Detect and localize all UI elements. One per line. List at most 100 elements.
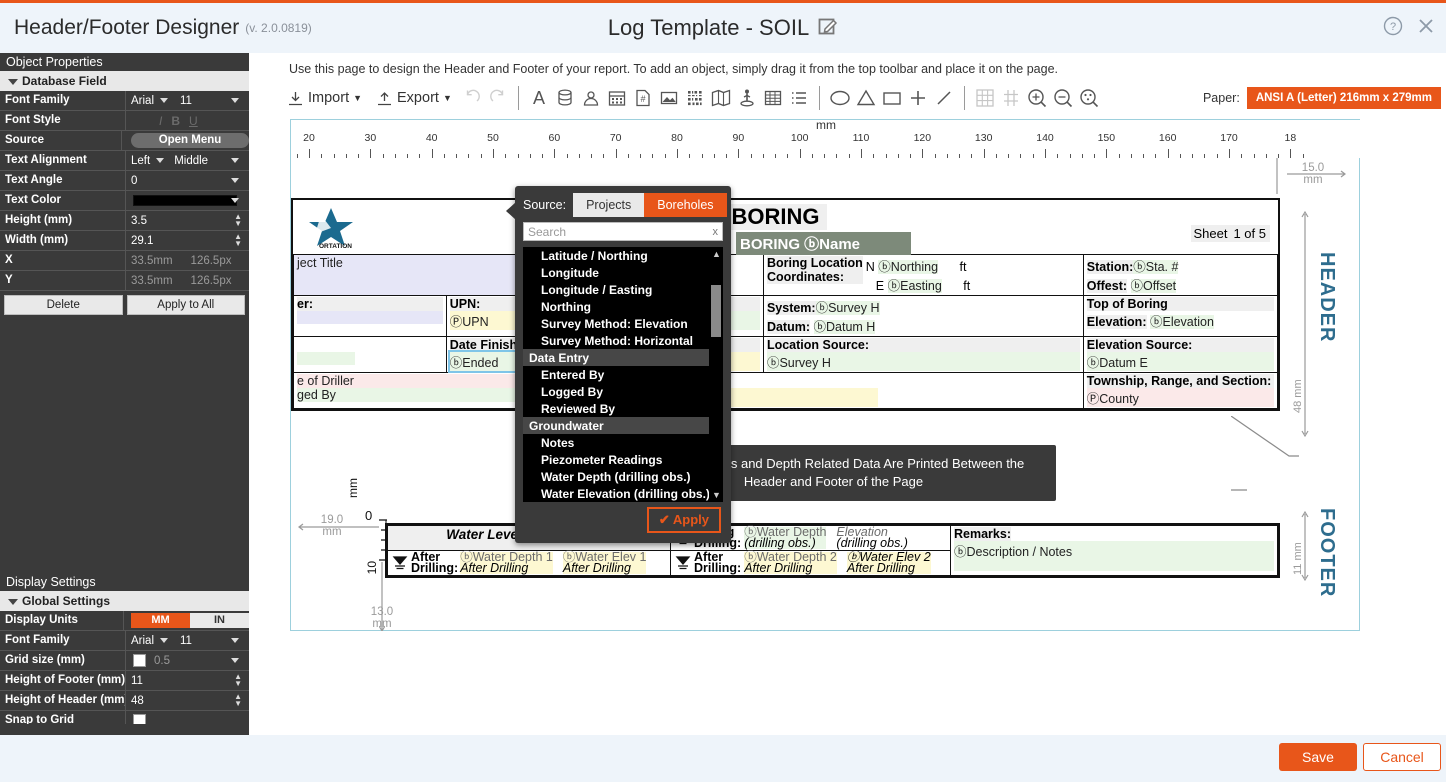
text-color-swatch[interactable] [133, 195, 237, 206]
cell-after-drilling-1[interactable]: AfterDrilling: ⓑWater Depth 1 After Dril… [388, 551, 671, 576]
export-button[interactable]: Export ▼ [369, 90, 459, 107]
design-canvas[interactable]: mm 2030405060708090100110120130140150160… [290, 119, 1360, 631]
tab-projects[interactable]: Projects [573, 193, 644, 217]
cell-remarks[interactable]: Remarks: ⓑDescription / Notes [951, 526, 1278, 576]
cancel-button[interactable]: Cancel [1363, 743, 1441, 771]
table-icon[interactable] [760, 88, 786, 108]
height-value[interactable]: 3.5 [131, 215, 147, 227]
cell-township[interactable]: Township, Range, and Section: ⓅCounty [1083, 373, 1277, 409]
tab-boreholes[interactable]: Boreholes [644, 193, 726, 217]
width-stepper[interactable]: ▲▼ [234, 233, 242, 247]
triangle-icon[interactable] [853, 88, 879, 108]
location-pin-icon[interactable] [734, 88, 760, 108]
source-field-list-items[interactable]: Latitude / NorthingLongitudeLongitude / … [523, 247, 709, 502]
font-family-value[interactable]: Arial [131, 95, 154, 107]
search-box[interactable]: Search x [523, 222, 723, 241]
global-settings-section[interactable]: Global Settings [0, 591, 249, 611]
chevron-down-icon[interactable] [231, 198, 239, 203]
cell-station-offset[interactable]: Station:ⓑSta. # Offest: ⓑOffset [1083, 255, 1277, 296]
plus-icon[interactable] [905, 88, 931, 108]
rectangle-icon[interactable] [879, 88, 905, 108]
cell-system-datum[interactable]: System:ⓑSurvey H Datum: ⓑDatum H [763, 296, 1083, 337]
open-menu-button[interactable]: Open Menu [131, 133, 249, 148]
database-icon[interactable] [552, 88, 578, 108]
footer-height-value[interactable]: 11 [131, 675, 143, 687]
source-list-item[interactable]: Reviewed By [523, 400, 709, 417]
snap-icon[interactable] [998, 87, 1024, 109]
chevron-down-icon[interactable] [156, 158, 164, 163]
zoom-out-icon[interactable] [1050, 87, 1076, 109]
grid-size-value[interactable]: 0.5 [154, 655, 170, 667]
horizontal-ruler[interactable]: mm 2030405060708090100110120130140150160… [291, 120, 1361, 158]
map-icon[interactable] [708, 88, 734, 108]
database-field-section[interactable]: Database Field [0, 71, 249, 91]
source-list-item[interactable]: Water Elevation (drilling obs.) [523, 485, 709, 502]
header-height-stepper[interactable]: ▲▼ [234, 693, 242, 707]
footer-height-stepper[interactable]: ▲▼ [234, 673, 242, 687]
close-icon[interactable] [1416, 16, 1436, 41]
height-stepper[interactable]: ▲▼ [234, 213, 242, 227]
chevron-down-icon[interactable] [231, 178, 239, 183]
cell-boring-location[interactable]: Boring Location Coordinates: N ⓑNorthing… [763, 255, 1083, 296]
log-header-block[interactable]: ORTATION LOG OF BORING BORING ⓑName Shee… [291, 198, 1280, 411]
text-angle-value[interactable]: 0 [131, 175, 137, 187]
import-button[interactable]: Import ▼ [280, 90, 369, 107]
zoom-in-icon[interactable] [1024, 87, 1050, 109]
page-number-icon[interactable]: # [630, 88, 656, 108]
header-height-value[interactable]: 48 [131, 695, 144, 707]
units-in-button[interactable]: IN [190, 613, 249, 628]
cell-location-source[interactable]: Location Source: ⓑSurvey H [763, 337, 1083, 373]
image-icon[interactable] [656, 88, 682, 108]
text-align-vertical-value[interactable]: Middle [174, 155, 208, 167]
calendar-icon[interactable] [604, 88, 630, 108]
list-scrollbar[interactable]: ▲ ▼ [709, 247, 723, 502]
source-list-item[interactable]: Piezometer Readings [523, 451, 709, 468]
boring-name-field[interactable]: BORING ⓑName [736, 232, 911, 255]
apply-to-all-button[interactable]: Apply to All [127, 295, 246, 315]
delete-button[interactable]: Delete [4, 295, 123, 315]
search-input[interactable]: Search [528, 225, 566, 239]
bold-button[interactable]: B [171, 114, 180, 128]
chevron-down-icon[interactable] [160, 638, 168, 643]
grid-icon[interactable] [972, 87, 998, 109]
chevron-down-icon[interactable] [231, 98, 239, 103]
cell-after-drilling-2[interactable]: AfterDrilling: ⓑWater Depth 2 After Dril… [671, 551, 951, 576]
cell-elevation-source[interactable]: Elevation Source: ⓑDatum E [1083, 337, 1277, 373]
underline-button[interactable]: U [189, 114, 198, 128]
scrollbar-thumb[interactable] [711, 285, 721, 337]
source-list-item[interactable]: Longitude / Easting [523, 281, 709, 298]
source-list-item[interactable]: Logged By [523, 383, 709, 400]
cell-owner[interactable]: er: [294, 296, 447, 337]
apply-button[interactable]: ✔ Apply [647, 507, 721, 533]
redo-icon[interactable] [485, 88, 511, 108]
user-icon[interactable] [578, 88, 604, 108]
source-list-item[interactable]: Water Depth (drilling obs.) [523, 468, 709, 485]
page-preview[interactable]: 10.0mm 15.0mm 48 mm HEADER 11 mm FOOTER [291, 158, 1361, 631]
source-selector-popup[interactable]: Source: Projects Boreholes Search x Lati… [515, 186, 731, 543]
font-size-value[interactable]: 11 [180, 95, 192, 107]
undo-icon[interactable] [459, 88, 485, 108]
width-value[interactable]: 29.1 [131, 235, 153, 247]
scroll-down-icon[interactable]: ▼ [712, 490, 721, 500]
line-icon[interactable] [931, 88, 957, 108]
cell-date-started[interactable] [294, 337, 447, 373]
source-list-item[interactable]: Survey Method: Horizontal [523, 332, 709, 349]
chevron-down-icon[interactable] [231, 158, 239, 163]
global-font-family-value[interactable]: Arial [131, 635, 154, 647]
cell-top-of-boring[interactable]: Top of Boring Elevation: ⓑElevation [1083, 296, 1277, 337]
source-list-item[interactable]: Entered By [523, 366, 709, 383]
ellipse-icon[interactable] [827, 88, 853, 108]
italic-button[interactable]: I [159, 114, 162, 128]
global-font-size-value[interactable]: 11 [180, 635, 192, 647]
source-list-item[interactable]: Survey Method: Elevation [523, 315, 709, 332]
clear-search-icon[interactable]: x [713, 226, 719, 238]
units-mm-button[interactable]: MM [131, 613, 190, 628]
chevron-down-icon[interactable] [231, 658, 239, 663]
source-list-item[interactable]: Latitude / Northing [523, 247, 709, 264]
scroll-up-icon[interactable]: ▲ [712, 249, 721, 259]
paper-size-button[interactable]: ANSI A (Letter) 216mm x 279mm [1247, 87, 1441, 109]
zoom-fit-icon[interactable] [1076, 87, 1102, 109]
text-align-horizontal-value[interactable]: Left [131, 155, 150, 167]
text-icon[interactable]: A [526, 87, 552, 109]
save-button[interactable]: Save [1279, 743, 1357, 771]
